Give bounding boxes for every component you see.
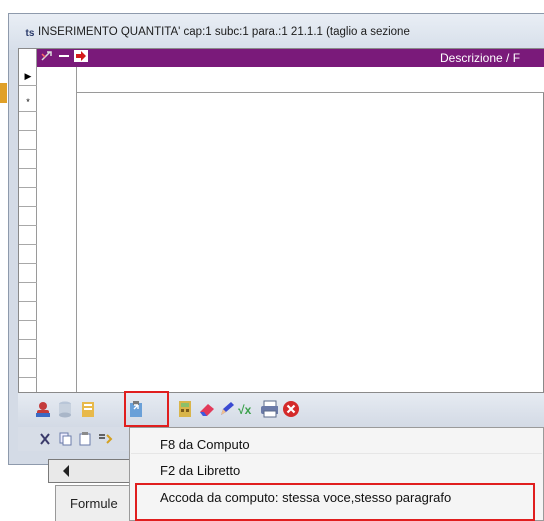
menu-item-highlight xyxy=(135,483,535,521)
row-selector[interactable] xyxy=(19,340,37,359)
column-header-descrizione[interactable]: Descrizione / F xyxy=(440,51,520,65)
copy-icon[interactable] xyxy=(56,430,74,448)
print-icon[interactable] xyxy=(260,400,278,418)
eraser-icon[interactable] xyxy=(198,400,216,418)
row-selector[interactable] xyxy=(19,321,37,340)
cut-icon[interactable] xyxy=(36,430,54,448)
row-pointer-icon: ▶ xyxy=(24,70,32,81)
navigation-bar xyxy=(48,459,138,483)
paste-button-highlight xyxy=(124,391,169,427)
close-red-icon[interactable] xyxy=(282,400,300,418)
row-selector[interactable] xyxy=(19,359,37,378)
data-grid[interactable] xyxy=(18,48,544,393)
menu-divider xyxy=(131,453,542,454)
svg-text:√x: √x xyxy=(238,403,252,417)
arrow-right-icon[interactable] xyxy=(74,50,88,62)
user-red-icon[interactable] xyxy=(34,400,52,418)
tab-formule[interactable]: Formule xyxy=(55,485,135,521)
minus-icon[interactable] xyxy=(58,50,70,62)
row-selector[interactable] xyxy=(19,226,37,245)
window-title: INSERIMENTO QUANTITA' cap:1 subc:1 para.… xyxy=(38,26,410,38)
move-icon[interactable] xyxy=(96,430,114,448)
pencil-icon[interactable] xyxy=(218,400,236,418)
calculator-icon[interactable] xyxy=(176,400,194,418)
row-selector[interactable] xyxy=(19,188,37,207)
grid-column-2 xyxy=(37,49,77,392)
row-selector[interactable] xyxy=(19,131,37,150)
row-selector[interactable] xyxy=(19,302,37,321)
scroll-left-icon[interactable] xyxy=(59,463,73,479)
database-icon[interactable] xyxy=(56,400,74,418)
formula-icon[interactable]: √x xyxy=(238,400,256,418)
row-selector[interactable] xyxy=(19,264,37,283)
row-selector[interactable] xyxy=(19,112,37,131)
row-selector[interactable] xyxy=(19,245,37,264)
row-selector-current[interactable]: ▶ xyxy=(19,67,37,86)
header-icons xyxy=(40,50,88,62)
edit-icon[interactable] xyxy=(40,50,54,62)
row-selector[interactable] xyxy=(19,207,37,226)
grid-row-current[interactable] xyxy=(77,67,544,93)
row-selector[interactable] xyxy=(19,150,37,169)
app-icon: ts xyxy=(25,27,35,39)
row-selector[interactable] xyxy=(19,283,37,302)
paste-icon[interactable] xyxy=(76,430,94,448)
left-accent-strip xyxy=(0,83,7,103)
row-selector[interactable] xyxy=(19,169,37,188)
menu-item-f2-da-libretto[interactable]: F2 da Libretto xyxy=(160,463,240,478)
menu-item-f8-da-computo[interactable]: F8 da Computo xyxy=(160,437,250,452)
book-icon[interactable] xyxy=(80,400,98,418)
row-selector-new[interactable]: * xyxy=(19,93,37,112)
new-row-icon: * xyxy=(26,97,30,107)
